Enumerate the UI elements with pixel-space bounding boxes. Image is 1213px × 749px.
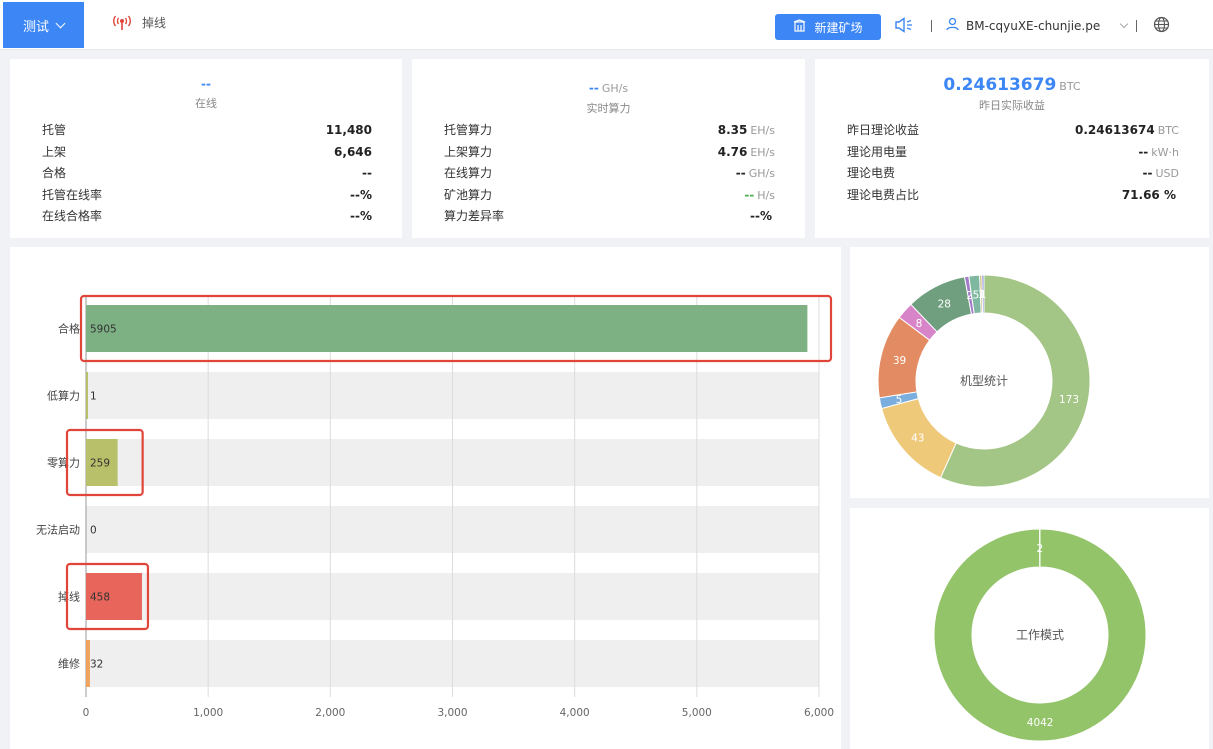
stat-row: 理论电费 -- USD xyxy=(847,166,1179,180)
x-tick-label: 1,000 xyxy=(193,707,223,719)
stat-row: 昨日理论收益 0.24613674 BTC xyxy=(847,123,1179,137)
stat-row: 矿池算力 -- H/s xyxy=(444,187,775,202)
model-stats-donut: 173435398282 511机型统计 xyxy=(877,274,1091,488)
stat-row: 托管 11,480 xyxy=(42,123,372,137)
building-icon xyxy=(793,19,806,35)
user-icon xyxy=(946,17,959,34)
divider xyxy=(1136,20,1137,32)
bar-value-label: 5905 xyxy=(90,324,117,336)
category-label: 无法启动 xyxy=(36,523,80,537)
category-label: 零算力 xyxy=(47,456,80,470)
stat-row: 算力差异率 --% xyxy=(444,209,772,223)
slice-label: 1 xyxy=(980,289,987,301)
bar-value-label: 458 xyxy=(90,592,110,604)
x-tick-label: 5,000 xyxy=(682,707,712,719)
user-name: BM-cqyuXE-chunjie.pe xyxy=(966,18,1101,33)
stat-row: 上架 6,646 xyxy=(42,144,372,159)
slice-label: 8 xyxy=(916,318,923,330)
online-value: -- xyxy=(201,77,211,91)
globe-icon[interactable] xyxy=(1153,16,1170,37)
category-label: 掉线 xyxy=(58,590,80,604)
top-bar: 测试 掉线 新建矿场 BM-cqyuXE-chunjie.pe xyxy=(0,0,1213,50)
new-site-label: 新建矿场 xyxy=(814,20,863,35)
category-label: 低算力 xyxy=(47,389,80,403)
chevron-down-icon xyxy=(1120,19,1129,29)
project-selector[interactable]: 测试 xyxy=(3,2,84,48)
divider xyxy=(931,20,932,32)
stat-row: 合格 -- xyxy=(42,166,372,180)
slice-label: 173 xyxy=(1059,394,1079,406)
x-tick-label: 6,000 xyxy=(804,707,834,719)
bar-value-label: 0 xyxy=(90,525,97,537)
donut-center-label: 机型统计 xyxy=(960,374,1008,388)
bar-value-label: 259 xyxy=(90,458,110,470)
slice-label: 28 xyxy=(938,299,951,311)
slice-label: 4042 xyxy=(1027,717,1054,729)
antenna-icon xyxy=(112,15,132,31)
bar-value-label: 1 xyxy=(90,391,97,403)
donut-center-label: 工作模式 xyxy=(1016,628,1064,642)
slice-label: 39 xyxy=(893,355,906,367)
online-label: 在线 xyxy=(195,97,217,110)
stat-row: 上架算力 4.76 EH/s xyxy=(444,144,775,159)
stat-row: 理论用电量 -- kW·h xyxy=(847,144,1179,159)
hashrate-stats-card: -- GH/s 实时算力 托管算力 8.35 EH/s 上架算力 4.76 EH/s 在线… xyxy=(412,59,805,238)
offline-label: 掉线 xyxy=(142,16,167,30)
hashrate-label: 实时算力 xyxy=(586,102,631,115)
revenue-stats-rows: 昨日理论收益 0.24613674 BTC 理论用电量 -- kW·h 理论电费 -- US… xyxy=(847,121,1179,207)
x-tick-label: 3,000 xyxy=(437,707,467,719)
category-label: 维修 xyxy=(58,657,80,671)
bar xyxy=(86,305,808,352)
stat-row: 理论电费占比 71.66 % xyxy=(847,187,1176,202)
slice-label: 2 xyxy=(1037,543,1044,555)
stat-row: 托管在线率 --% xyxy=(42,187,372,202)
model-stats-card: 173 43 5 39 8 28 2 5 1 1 机型统计 xyxy=(850,247,1209,498)
online-stats-rows: 托管 11,480 上架 6,646 合格 -- 托管在线率 --% 在线合格率 --% xyxy=(42,121,372,229)
speaker-icon[interactable] xyxy=(894,17,914,37)
slice-label: 5 xyxy=(896,394,903,406)
hashrate-value: -- xyxy=(588,81,599,95)
stat-row: 在线算力 -- GH/s xyxy=(444,166,775,180)
revenue-value: 0.24613679 xyxy=(943,75,1057,95)
work-mode-card: 4042 2 工作模式 xyxy=(850,508,1209,749)
hashrate-stats-rows: 托管算力 8.35 EH/s 上架算力 4.76 EH/s 在线算力 -- GH/s 矿池算… xyxy=(444,121,775,229)
slice-label: 43 xyxy=(911,432,924,444)
online-stats-card: -- 在线 托管 11,480 上架 6,646 合格 -- 托管在线率 --% 在线合… xyxy=(10,59,402,238)
stat-row: 在线合格率 --% xyxy=(42,209,372,223)
revenue-label: 昨日实际收益 xyxy=(979,99,1045,112)
status-bar-chart: 0 1,000 2,000 3,000 4,000 5,000 6,000 合格 5905 低算力… xyxy=(36,294,834,719)
bar xyxy=(86,372,88,419)
stat-row: 托管算力 8.35 EH/s xyxy=(444,123,775,137)
status-bar-chart-card: 0 1,000 2,000 3,000 4,000 5,000 6,000 合格 5905 低算力… xyxy=(10,247,841,749)
x-tick-label: 0 xyxy=(83,707,90,719)
chevron-down-icon xyxy=(55,18,66,28)
x-tick-label: 2,000 xyxy=(315,707,345,719)
user-menu[interactable]: BM-cqyuXE-chunjie.pe xyxy=(946,17,1129,34)
work-mode-donut: 4042 2 工作模式 xyxy=(933,528,1147,742)
new-site-button[interactable]: 新建矿场 xyxy=(775,14,881,40)
offline-link[interactable]: 掉线 xyxy=(112,14,166,31)
category-label: 合格 xyxy=(58,322,80,336)
revenue-stats-card: 0.24613679 BTC 昨日实际收益 昨日理论收益 0.24613674 BTC… xyxy=(815,59,1209,238)
bar-value-label: 32 xyxy=(90,659,103,671)
project-label: 测试 xyxy=(22,19,49,35)
x-tick-label: 4,000 xyxy=(560,707,590,719)
